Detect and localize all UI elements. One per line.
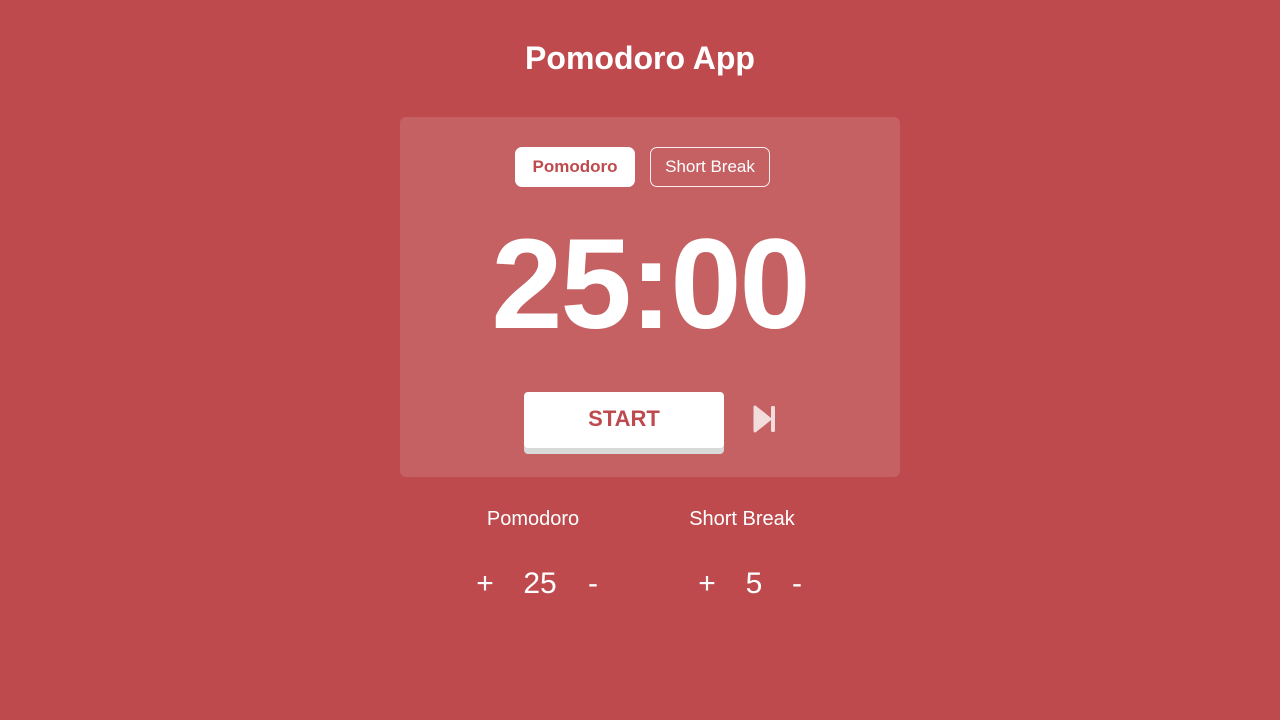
short-break-stepper: + 5 - xyxy=(652,566,832,602)
pomodoro-setting-label: Pomodoro xyxy=(486,508,580,530)
short-break-increment-button[interactable]: + xyxy=(692,566,722,602)
skip-button[interactable] xyxy=(752,403,778,435)
pomodoro-increment-button[interactable]: + xyxy=(470,566,500,602)
short-break-setting-label: Short Break xyxy=(689,508,795,530)
tab-pomodoro[interactable]: Pomodoro xyxy=(515,147,635,187)
timer-display: 25:00 xyxy=(491,213,810,356)
tab-short-break[interactable]: Short Break xyxy=(650,147,770,187)
short-break-decrement-button[interactable]: - xyxy=(782,566,812,602)
pomodoro-stepper: + 25 - xyxy=(443,566,623,602)
short-break-setting: Short Break + 5 - xyxy=(652,500,832,620)
pomodoro-decrement-button[interactable]: - xyxy=(578,566,608,602)
pomodoro-setting: Pomodoro + 25 - xyxy=(443,500,623,620)
timer-card: Pomodoro Short Break 25:00 START xyxy=(400,117,900,477)
duration-settings: Pomodoro + 25 - Short Break + 5 - xyxy=(0,500,1280,620)
app-title: Pomodoro App xyxy=(525,40,755,76)
skip-next-icon xyxy=(753,405,775,433)
short-break-duration-value: 5 xyxy=(745,567,763,600)
pomodoro-duration-value: 25 xyxy=(523,567,557,600)
start-button[interactable]: START xyxy=(524,392,724,448)
